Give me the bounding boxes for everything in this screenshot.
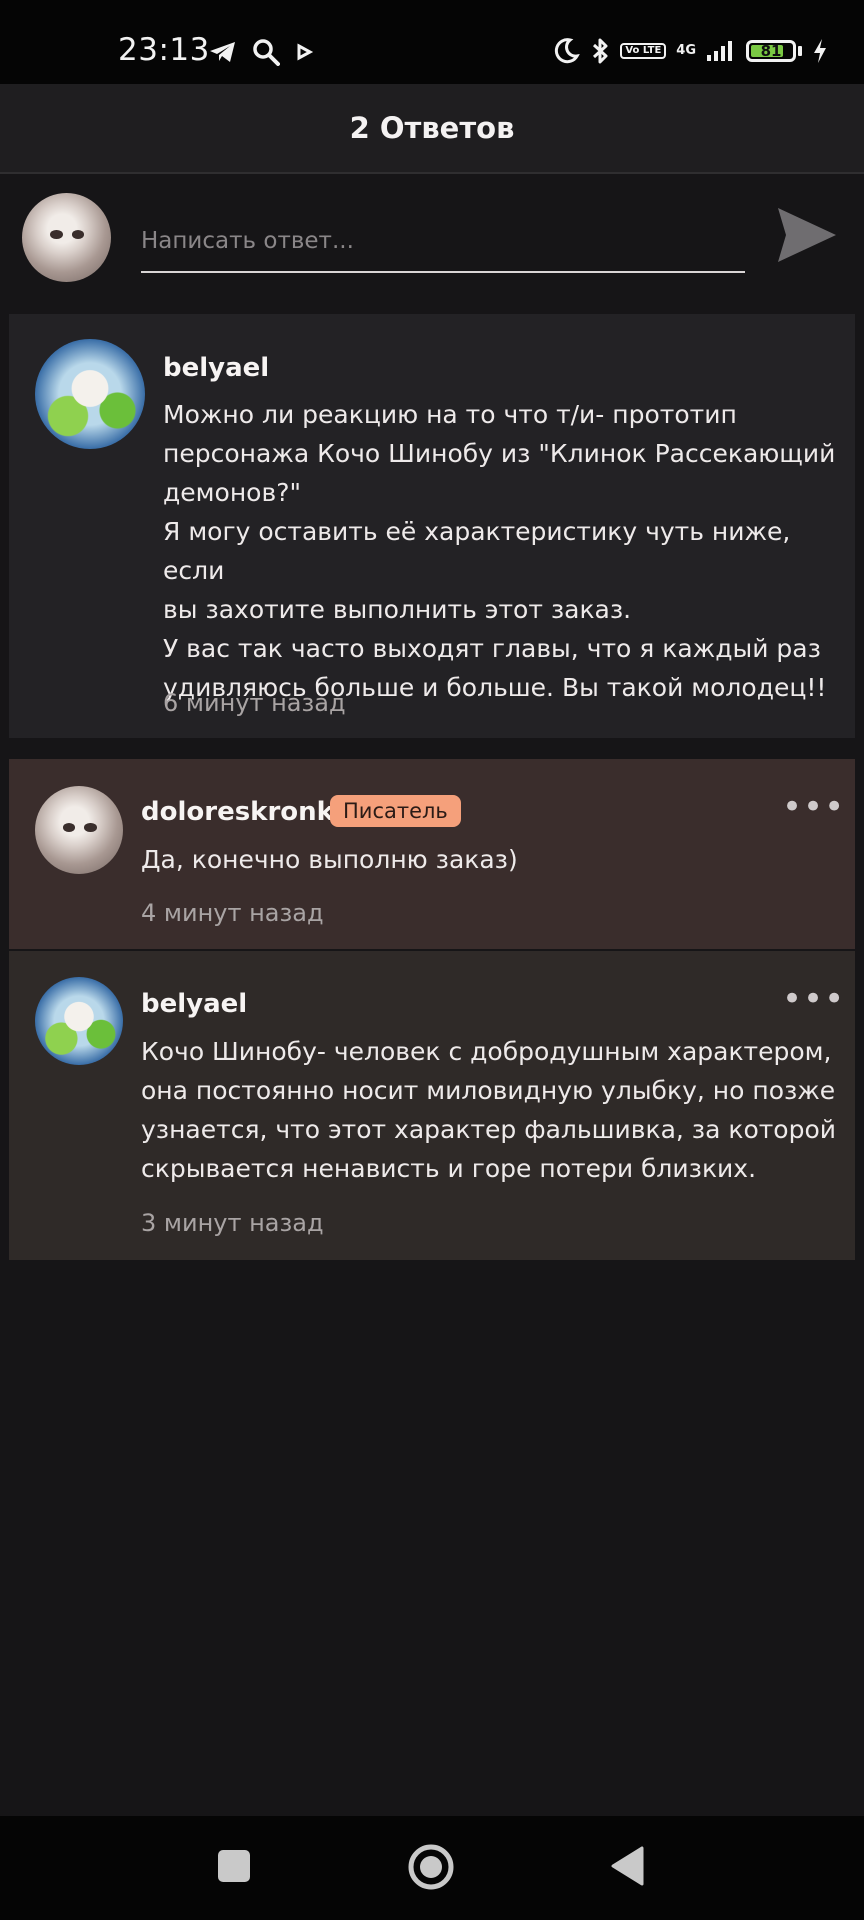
reply-timestamp: 4 минут назад [141, 899, 324, 927]
user-avatar[interactable] [22, 193, 111, 282]
reply-text: Кочо Шинобу- человек с добродушным харак… [141, 1032, 841, 1188]
network-type: 4G [676, 43, 696, 58]
reply-text: Да, конечно выполню заказ) [141, 840, 831, 879]
recents-icon[interactable] [216, 1848, 252, 1884]
reply-text-line: узнается, что этот характер фальшивка, з… [141, 1115, 837, 1144]
battery-level: 81 [760, 42, 782, 60]
reply-text-line: Да, конечно выполню заказ) [141, 845, 518, 874]
page-title: 2 Ответов [349, 111, 515, 145]
reply-composer: Написать ответ... [0, 174, 864, 314]
signal-icon [707, 41, 732, 61]
search-icon [253, 39, 280, 66]
comment-card: belyael Можно ли реакцию на то что т/и- … [9, 314, 855, 738]
comment-text-line: У вас так часто выходят главы, что я каж… [163, 634, 821, 663]
reply-text-line: Кочо Шинобу- человек с добродушным харак… [141, 1037, 832, 1066]
comment-text-line: Я могу оставить её характеристику чуть н… [163, 517, 791, 585]
writer-badge: Писатель [330, 795, 461, 827]
comment-text-line: демонов?" [163, 478, 301, 507]
comment-timestamp: 6 минут назад [163, 689, 346, 717]
reply-card: belyael ••• Кочо Шинобу- человек с добро… [9, 951, 855, 1260]
charging-icon [814, 39, 826, 63]
status-time: 23:13 [118, 32, 210, 68]
reply-input[interactable]: Написать ответ... [141, 218, 745, 273]
author-avatar[interactable] [35, 339, 145, 449]
more-options-icon[interactable]: ••• [782, 982, 845, 1016]
page-header: 2 Ответов [0, 84, 864, 174]
battery-indicator: 81 [746, 40, 796, 62]
reply-author[interactable]: belyael [141, 989, 247, 1019]
home-icon[interactable] [407, 1843, 455, 1891]
moon-icon [555, 38, 581, 64]
comment-author[interactable]: belyael [163, 353, 269, 383]
reply-text-line: скрывается ненависть и горе потери близк… [141, 1154, 757, 1183]
status-right-icons: Vo LTE 4G 81 [552, 36, 828, 66]
comment-text-line: Можно ли реакцию на то что т/и- прототип [163, 400, 737, 429]
comment-text: Можно ли реакцию на то что т/и- прототип… [163, 395, 843, 707]
author-avatar[interactable] [35, 786, 123, 874]
battery-tip [798, 46, 802, 56]
status-left-icons [208, 38, 314, 66]
status-bar: 23:13 Vo LTE 4G 81 [0, 0, 864, 84]
reply-text-line: она постоянно носит миловидную улыбку, н… [141, 1076, 836, 1105]
reply-timestamp: 3 минут назад [141, 1209, 324, 1237]
back-icon[interactable] [610, 1846, 646, 1886]
reply-author[interactable]: doloreskronk [141, 797, 334, 827]
comment-text-line: персонажа Кочо Шинобу из "Клинок Рассека… [163, 439, 836, 468]
volte-icon: Vo LTE [620, 43, 667, 59]
telegram-icon [210, 42, 235, 62]
system-nav-bar [0, 1816, 864, 1920]
author-avatar[interactable] [35, 977, 123, 1065]
send-icon[interactable] [776, 204, 838, 266]
bluetooth-icon [593, 38, 608, 64]
play-icon [297, 43, 314, 61]
reply-card: doloreskronk Писатель ••• Да, конечно вы… [9, 759, 855, 949]
more-options-icon[interactable]: ••• [782, 790, 845, 824]
reply-input-placeholder: Написать ответ... [141, 227, 354, 254]
comment-text-line: вы захотите выполнить этот заказ. [163, 595, 632, 624]
